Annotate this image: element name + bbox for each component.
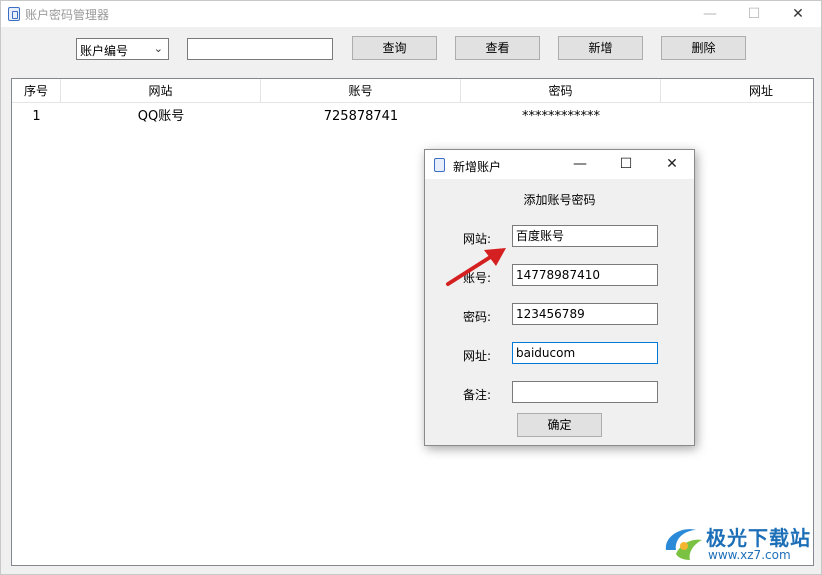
maximize-button[interactable]: ☐ — [731, 1, 777, 27]
dialog-title-bar: 新增账户 — ☐ ✕ — [425, 150, 694, 179]
watermark-text: 极光下载站 — [706, 526, 811, 550]
watermark-logo-icon — [665, 529, 702, 560]
add-account-dialog: 新增账户 — ☐ ✕ 添加账号密码 网站: 百度账号 账号: 147789874… — [424, 149, 695, 446]
row-cell: QQ账号 — [137, 109, 185, 124]
app-icon — [434, 158, 445, 172]
filter-select[interactable]: 账户编号 ⌄ — [76, 38, 169, 60]
row-cell — [661, 107, 813, 127]
column-header[interactable]: 序号 — [12, 79, 61, 103]
delete-button[interactable]: 删除 — [661, 36, 746, 60]
title-bar: 账户密码管理器 — ☐ ✕ — [1, 1, 821, 27]
dialog-title: 新增账户 — [453, 160, 502, 174]
row-cell: ************ — [522, 109, 600, 124]
list-header: 序号 网站 账号 密码 网址 — [12, 79, 813, 103]
query-button[interactable]: 查询 — [352, 36, 437, 60]
row-cell: 1 — [32, 109, 41, 124]
column-header[interactable]: 密码 — [461, 79, 661, 103]
confirm-button[interactable]: 确定 — [517, 413, 602, 437]
column-header[interactable]: 网站 — [61, 79, 261, 103]
watermark: 极光下载站 www.xz7.com — [662, 518, 817, 568]
app-icon — [8, 7, 20, 21]
note-label: 备注: — [463, 388, 492, 402]
url-label: 网址: — [463, 349, 492, 363]
chevron-down-icon: ⌄ — [153, 42, 163, 55]
main-window: 账户密码管理器 — ☐ ✕ 账户编号 ⌄ 查询 查看 新增 删除 序号 网站 账… — [0, 0, 822, 575]
dialog-close-button[interactable]: ✕ — [649, 150, 695, 179]
table-row[interactable]: 1 QQ账号 725878741 ************ — [12, 107, 813, 127]
add-button[interactable]: 新增 — [558, 36, 643, 60]
window-title: 账户密码管理器 — [25, 8, 110, 22]
column-header[interactable]: 网址 — [661, 79, 822, 103]
view-button[interactable]: 查看 — [455, 36, 540, 60]
dialog-maximize-button[interactable]: ☐ — [603, 150, 649, 179]
dialog-minimize-button[interactable]: — — [557, 150, 603, 179]
password-label: 密码: — [463, 310, 492, 324]
close-button[interactable]: ✕ — [775, 1, 821, 27]
column-header[interactable]: 账号 — [261, 79, 461, 103]
search-input[interactable] — [187, 38, 333, 60]
minimize-button[interactable]: — — [687, 1, 733, 27]
dialog-heading: 添加账号密码 — [523, 193, 596, 207]
website-input[interactable]: 百度账号 — [512, 225, 658, 247]
url-input[interactable]: baiducom — [512, 342, 658, 364]
password-input[interactable]: 123456789 — [512, 303, 658, 325]
row-cell: 725878741 — [323, 109, 399, 124]
note-input[interactable] — [512, 381, 658, 403]
filter-select-value: 账户编号 — [80, 44, 129, 58]
red-arrow-annotation — [446, 248, 506, 286]
watermark-url: www.xz7.com — [708, 548, 791, 562]
account-input[interactable]: 14778987410 — [512, 264, 658, 286]
